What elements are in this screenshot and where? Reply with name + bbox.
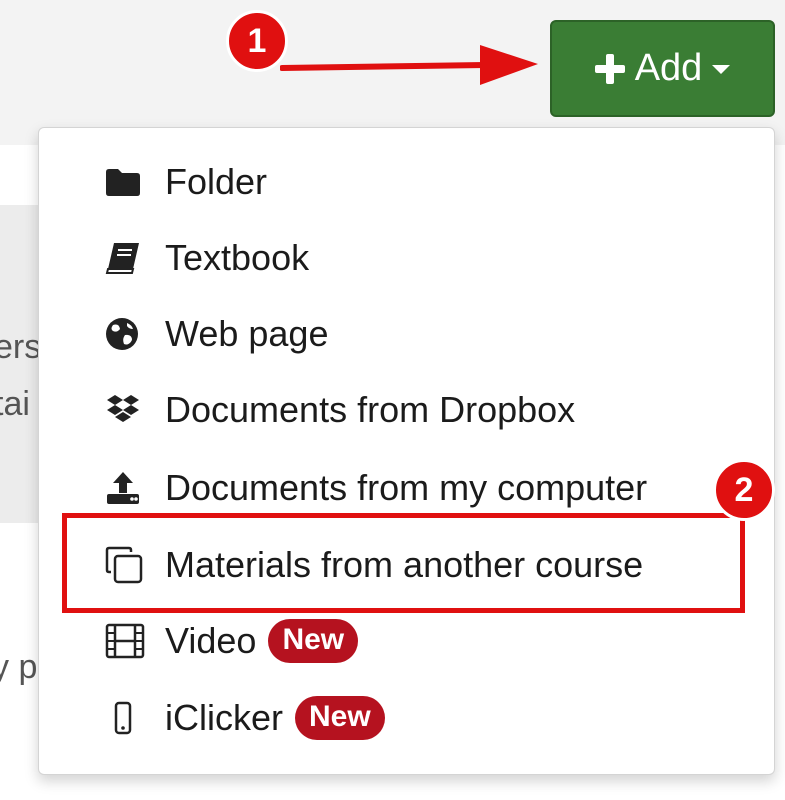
menu-item-label: Web page (165, 313, 329, 354)
caret-down-icon (712, 63, 731, 75)
background-text: y p (0, 648, 38, 686)
step-badge-1: 1 (226, 10, 288, 72)
step-badge-2: 2 (713, 459, 775, 521)
add-button[interactable]: Add (550, 20, 775, 117)
annotation-arrow-icon (280, 45, 538, 85)
folder-icon (105, 159, 151, 205)
menu-item-label: Video (165, 620, 257, 661)
add-dropdown-menu: Folder Textbook Web page Documents from … (38, 127, 775, 775)
highlight-annotation-box (62, 513, 745, 613)
menu-item-label: Textbook (165, 237, 310, 278)
menu-item-label: iClicker (165, 697, 284, 738)
new-badge: New (268, 619, 359, 663)
globe-icon (105, 311, 151, 357)
menu-item-video[interactable]: Video New (105, 611, 359, 671)
mobile-icon (105, 695, 151, 741)
upload-icon (105, 465, 151, 511)
menu-item-label: Folder (165, 161, 268, 202)
menu-item-label: Documents from my computer (165, 467, 648, 508)
add-button-label: Add (634, 47, 703, 89)
menu-item-label: Documents from Dropbox (165, 389, 576, 430)
plus-icon (594, 53, 625, 84)
menu-item-web-page[interactable]: Web page (105, 304, 328, 364)
menu-item-folder[interactable]: Folder (105, 152, 267, 212)
background-text: ers (0, 328, 42, 366)
dropbox-icon (105, 387, 151, 433)
background-text: tai (0, 385, 30, 423)
menu-item-iclicker[interactable]: iClicker New (105, 688, 385, 748)
new-badge: New (295, 696, 385, 740)
menu-item-textbook[interactable]: Textbook (105, 228, 309, 288)
book-icon (105, 235, 151, 281)
menu-item-my-computer[interactable]: Documents from my computer (105, 458, 647, 518)
menu-item-dropbox[interactable]: Documents from Dropbox (105, 380, 575, 440)
film-icon (105, 618, 151, 664)
